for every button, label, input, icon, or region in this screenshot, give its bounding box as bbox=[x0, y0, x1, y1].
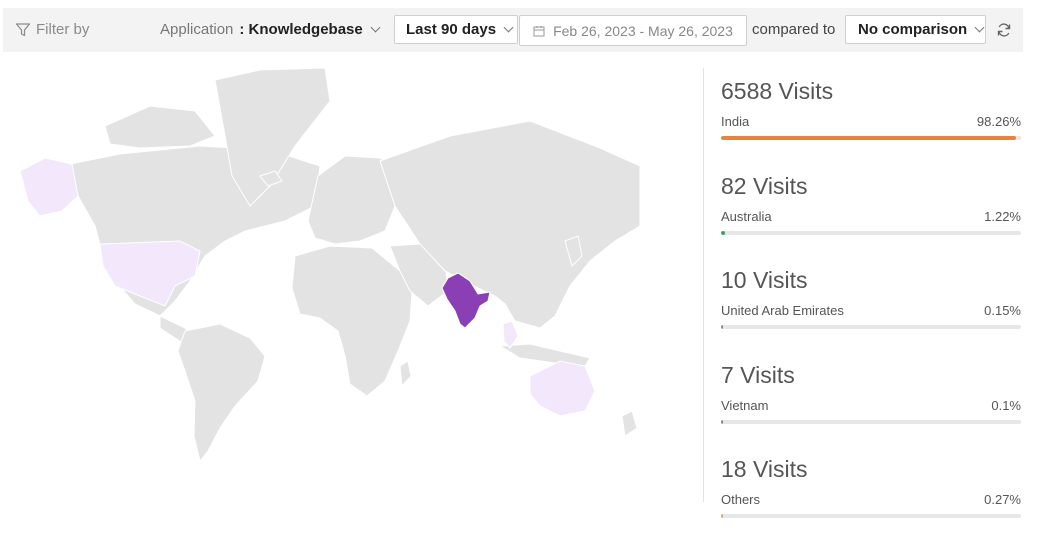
madagascar[interactable] bbox=[399, 360, 412, 388]
country-name: Australia bbox=[721, 209, 772, 224]
visit-count: 10 Visits bbox=[721, 267, 808, 293]
visit-share-bar bbox=[721, 420, 1021, 424]
visit-share-bar bbox=[721, 136, 1021, 140]
visit-share-fill bbox=[721, 514, 724, 518]
north-america[interactable] bbox=[69, 145, 321, 317]
visit-count: 18 Visits bbox=[721, 456, 808, 482]
visit-count: 7 Visits bbox=[721, 362, 795, 388]
calendar-icon bbox=[533, 25, 545, 36]
refresh-button[interactable] bbox=[991, 15, 1017, 44]
visit-percent: 1.22% bbox=[984, 209, 1021, 224]
visit-share-bar bbox=[721, 325, 1021, 329]
canada-islands[interactable] bbox=[104, 105, 216, 149]
country-name: Others bbox=[721, 492, 761, 507]
date-range-picker[interactable]: Feb 26, 2023 - May 26, 2023 bbox=[519, 15, 747, 46]
stat-card: 18 Visits Others 0.27% bbox=[721, 454, 1021, 518]
visit-count: 82 Visits bbox=[721, 173, 808, 199]
world-map bbox=[19, 67, 641, 463]
comparison-select[interactable]: No comparison bbox=[845, 15, 986, 44]
indonesia[interactable] bbox=[498, 343, 591, 367]
south-america[interactable] bbox=[177, 323, 266, 463]
visit-percent: 98.26% bbox=[976, 114, 1021, 129]
filter-label: Filter by bbox=[36, 21, 90, 38]
visit-share-bar bbox=[721, 231, 1021, 235]
application-label: Application bbox=[160, 21, 234, 38]
country-name: United Arab Emirates bbox=[721, 303, 844, 318]
new-zealand[interactable] bbox=[621, 410, 638, 437]
country-name: Vietnam bbox=[721, 398, 769, 413]
comparison-value: No comparison bbox=[858, 21, 968, 38]
visit-share-fill bbox=[721, 420, 724, 424]
filter-button[interactable]: Filter by bbox=[15, 15, 89, 44]
chevron-down-icon bbox=[974, 22, 985, 33]
africa[interactable] bbox=[291, 245, 413, 397]
visit-percent: 0.15% bbox=[984, 303, 1021, 318]
stat-card: 82 Visits Australia 1.22% bbox=[721, 171, 1021, 235]
refresh-icon bbox=[997, 22, 1011, 37]
country-name: India bbox=[721, 114, 750, 129]
chevron-down-icon bbox=[503, 22, 514, 33]
compared-to-label: compared to bbox=[752, 21, 836, 38]
stat-card: 10 Visits United Arab Emirates 0.15% bbox=[721, 265, 1021, 329]
date-range-value: Feb 26, 2023 - May 26, 2023 bbox=[553, 22, 733, 39]
stat-card: 7 Visits Vietnam 0.1% bbox=[721, 360, 1021, 424]
chevron-down-icon bbox=[370, 22, 381, 33]
visit-percent: 0.1% bbox=[991, 398, 1021, 413]
australia[interactable] bbox=[529, 360, 596, 417]
filter-toolbar: Filter by Application : Knowledgebase La… bbox=[3, 8, 1023, 52]
visit-share-fill bbox=[721, 325, 724, 329]
alaska[interactable] bbox=[19, 157, 79, 217]
visit-share-fill bbox=[721, 136, 1016, 140]
application-select[interactable]: Application : Knowledgebase bbox=[160, 15, 381, 44]
application-value: : Knowledgebase bbox=[239, 21, 363, 38]
stat-card: 6588 Visits India 98.26% bbox=[721, 76, 1021, 140]
period-value: Last 90 days bbox=[406, 21, 497, 38]
visit-percent: 0.27% bbox=[984, 492, 1021, 507]
panel-divider bbox=[703, 68, 704, 502]
usa[interactable] bbox=[99, 240, 201, 307]
funnel-icon bbox=[15, 22, 31, 36]
visit-count: 6588 Visits bbox=[721, 78, 834, 104]
vietnam[interactable] bbox=[502, 320, 519, 349]
visit-share-fill bbox=[721, 231, 725, 235]
period-select[interactable]: Last 90 days bbox=[394, 15, 518, 44]
visit-share-bar bbox=[721, 514, 1021, 518]
